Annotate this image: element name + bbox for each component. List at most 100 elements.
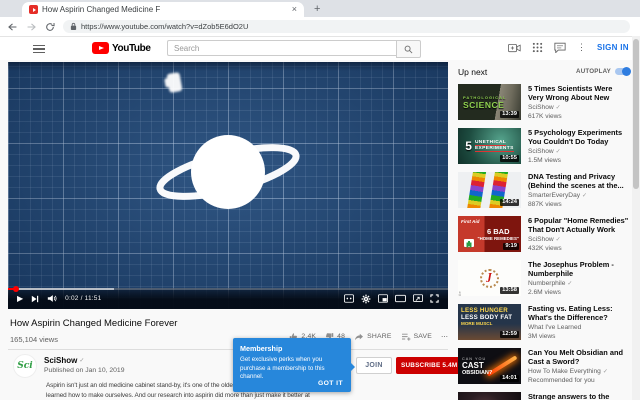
search-icon <box>404 45 413 53</box>
related-views: 3M views <box>528 332 556 340</box>
next-video-icon[interactable] <box>31 295 39 303</box>
player-controls-right <box>344 294 439 304</box>
video-thumbnail[interactable]: NumberphileJ 13:58 <box>458 260 521 296</box>
related-video-title[interactable]: The Josephus Problem - Numberphile <box>528 260 630 278</box>
upload-video-icon[interactable] <box>508 43 521 53</box>
messages-icon[interactable] <box>554 42 566 53</box>
related-video-title[interactable]: Fasting vs. Eating Less: What's the Diff… <box>528 304 630 322</box>
up-next-label: Up next <box>458 66 488 77</box>
video-thumbnail[interactable]: PATHOLOGICAL SCIENCE 13:39 <box>458 84 521 120</box>
youtube-favicon <box>29 5 38 14</box>
popup-title: Membership <box>240 344 283 353</box>
share-button[interactable]: SHARE <box>354 333 391 341</box>
description-line: Aspirin isn't just an old medicine cabin… <box>46 382 252 389</box>
play-button[interactable]: ▶ <box>17 294 23 303</box>
verified-icon: ✓ <box>582 193 588 199</box>
lock-icon <box>70 22 77 30</box>
duration-badge: 12:59 <box>500 331 519 338</box>
theater-mode-icon[interactable] <box>395 294 406 303</box>
verified-icon: ✓ <box>79 358 85 364</box>
autoplay-toggle[interactable] <box>615 67 631 76</box>
search-button[interactable] <box>396 40 421 58</box>
publish-date: Published on Jan 10, 2019 <box>44 367 125 374</box>
related-video-title[interactable]: Can You Melt Obsidian and Cast a Sword? <box>528 348 630 366</box>
related-video-item[interactable]: NumberphileJ 13:58 The Josephus Problem … <box>458 260 630 296</box>
saturn-planet-graphic <box>156 135 300 209</box>
join-button[interactable]: JOIN <box>356 357 392 374</box>
related-channel: SciShow ✓ <box>528 104 561 111</box>
youtube-logo-text: YouTube <box>112 42 151 54</box>
page-scrollbar[interactable] <box>632 36 640 400</box>
reload-icon[interactable] <box>45 22 55 32</box>
related-video-item[interactable]: Strange answers to the psychopath test |… <box>458 392 630 400</box>
duration-badge: 14:24 <box>500 199 519 206</box>
youtube-masthead: YouTube ⋮ SIGN IN <box>0 37 640 61</box>
buffer-bar <box>8 288 114 290</box>
save-button[interactable]: SAVE <box>401 333 432 341</box>
video-thumbnail[interactable]: 14:24 <box>458 172 521 208</box>
tab-close-icon[interactable]: × <box>292 5 297 14</box>
back-icon[interactable] <box>7 22 18 32</box>
related-views: Recommended for you <box>528 376 595 384</box>
scrollbar-thumb[interactable] <box>633 39 639 189</box>
related-video-item[interactable]: First Aid 6 BAD "HOME REMEDIES" 9:19 6 Pop… <box>458 216 630 252</box>
related-video-item[interactable]: 14:24 DNA Testing and Privacy (Behind th… <box>458 172 630 208</box>
fullscreen-icon[interactable] <box>430 294 439 303</box>
sign-in-button[interactable]: SIGN IN <box>597 43 629 52</box>
search-bar <box>167 40 421 58</box>
channel-name[interactable]: SciShow ✓ <box>44 356 84 365</box>
url-field[interactable]: https://www.youtube.com/watch?v=dZob5E6d… <box>63 20 630 33</box>
related-video-title[interactable]: 5 Times Scientists Were Very Wrong About… <box>528 84 630 102</box>
masthead-actions: ⋮ SIGN IN <box>508 42 629 53</box>
youtube-logo[interactable]: YouTube <box>92 42 151 54</box>
url-text: https://www.youtube.com/watch?v=dZob5E6d… <box>81 22 249 31</box>
autoplay-label: AUTOPLAY <box>576 68 611 75</box>
forward-icon[interactable] <box>26 22 37 32</box>
kebab-menu-icon[interactable]: ⋮ <box>577 42 586 53</box>
player-controls: ▶ 0:02 / 11:51 <box>8 286 448 309</box>
subscribe-button[interactable]: SUBSCRIBE 5.4M <box>396 357 463 374</box>
related-video-item[interactable]: PATHOLOGICAL SCIENCE 13:39 5 Times Scient… <box>458 84 630 120</box>
related-video-title[interactable]: 5 Psychology Experiments You Couldn't Do… <box>528 128 630 146</box>
channel-avatar[interactable]: Sci <box>13 354 37 378</box>
related-video-title[interactable]: DNA Testing and Privacy (Behind the scen… <box>528 172 630 190</box>
browser-tab[interactable]: How Aspirin Changed Medicine F × <box>22 2 304 17</box>
menu-icon[interactable] <box>33 45 45 55</box>
related-channel: SciShow ✓ <box>528 148 561 155</box>
related-views: 2.6M views <box>528 288 561 296</box>
related-channel: Numberphile ✓ <box>528 280 573 287</box>
playlist-add-icon <box>401 333 410 341</box>
progress-bar[interactable] <box>8 286 448 292</box>
cc-icon[interactable] <box>344 294 354 303</box>
related-video-item[interactable]: 5 UNETHICAL EXPERIMENTS 10:55 5 Psychology… <box>458 128 630 164</box>
verified-icon: ✓ <box>555 149 561 155</box>
more-actions-icon[interactable]: ⋯ <box>441 333 448 341</box>
scrubber-knob[interactable] <box>13 286 19 292</box>
duration-badge: 13:58 <box>500 287 519 294</box>
play-on-tv-icon[interactable] <box>413 294 423 303</box>
video-player[interactable]: ▶ 0:02 / 11:51 <box>8 62 448 309</box>
new-tab-button[interactable]: + <box>314 3 320 15</box>
divider <box>8 349 448 350</box>
video-thumbnail[interactable]: 5 UNETHICAL EXPERIMENTS 10:55 <box>458 128 521 164</box>
apps-grid-icon[interactable] <box>532 42 543 53</box>
related-video-title[interactable]: 6 Popular "Home Remedies" That Don't Act… <box>528 216 630 234</box>
related-video-item[interactable]: CAN YOU CAST OBSIDIAN? 14:01 Can You Melt … <box>458 348 630 384</box>
popup-arrow <box>351 363 355 371</box>
related-video-item[interactable]: LESS HUNGER LESS BODY FAT MORE MUSCL 12:59… <box>458 304 630 340</box>
video-thumbnail[interactable] <box>458 392 521 400</box>
related-video-title[interactable]: Strange answers to the psychopath test |… <box>528 392 630 400</box>
video-description: Aspirin isn't just an old medicine cabin… <box>46 381 412 400</box>
address-bar: https://www.youtube.com/watch?v=dZob5E6d… <box>0 17 640 37</box>
video-thumbnail[interactable]: CAN YOU CAST OBSIDIAN? 14:01 <box>458 348 521 384</box>
related-views: 1.5M views <box>528 156 561 164</box>
got-it-button[interactable]: GOT IT <box>318 380 343 387</box>
related-channel: How To Make Everything ✓ <box>528 368 608 375</box>
video-thumbnail[interactable]: LESS HUNGER LESS BODY FAT MORE MUSCL 12:59 <box>458 304 521 340</box>
miniplayer-icon[interactable] <box>378 294 388 303</box>
settings-gear-icon[interactable] <box>361 294 371 304</box>
video-thumbnail[interactable]: First Aid 6 BAD "HOME REMEDIES" 9:19 <box>458 216 521 252</box>
volume-icon[interactable] <box>47 294 57 303</box>
search-input[interactable] <box>167 40 396 56</box>
related-views: 887K views <box>528 200 562 208</box>
